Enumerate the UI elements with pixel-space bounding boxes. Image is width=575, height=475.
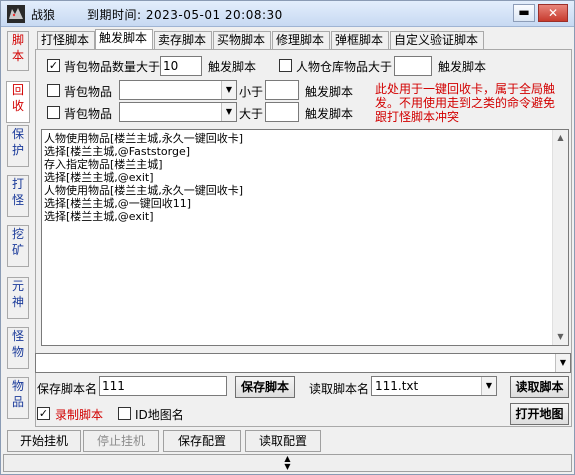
- bag-item-greater-action: 触发脚本: [305, 107, 354, 121]
- bag-item-greater-checkbox[interactable]: [47, 106, 60, 119]
- script-lines: 人物使用物品[楼兰主城,永久一键回收卡] 选择[楼兰主城,@Faststorge]…: [44, 132, 243, 223]
- bag-item-less-label: 背包物品: [64, 85, 113, 99]
- side-tab-char: 保: [11, 127, 24, 141]
- tab-trigger-script[interactable]: 触发脚本: [95, 29, 153, 50]
- command-select[interactable]: ▼: [35, 353, 571, 373]
- side-tab-char: 元: [11, 279, 24, 293]
- side-tab-item[interactable]: 物品: [7, 377, 29, 419]
- script-line: 存入指定物品[楼兰主城]: [44, 158, 163, 171]
- load-name-select[interactable]: 111.txt ▼: [371, 376, 497, 396]
- load-config-button[interactable]: 读取配置: [245, 430, 321, 452]
- warehouse-count-checkbox[interactable]: [279, 59, 292, 72]
- chevron-down-icon: ▼: [555, 354, 570, 372]
- scroll-up-icon[interactable]: ▲: [553, 130, 568, 146]
- record-script-label: 录制脚本: [55, 408, 104, 422]
- side-tab-char: 收: [11, 99, 24, 113]
- tab-repair-script[interactable]: 修理脚本: [272, 31, 330, 49]
- scroll-down-icon: ▼: [284, 462, 291, 471]
- main-window: 战狼 到期时间: 2023-05-01 20:08:30 ▬ ✕ 脚本 回收 保…: [0, 0, 575, 475]
- side-tab-recycle[interactable]: 回收: [6, 81, 30, 123]
- bag-item-less-select[interactable]: ▼: [119, 80, 237, 100]
- script-line: 选择[楼兰主城,@Faststorge]: [44, 145, 191, 158]
- side-tab-protect[interactable]: 保护: [7, 125, 29, 167]
- side-tab-mining[interactable]: 挖矿: [7, 225, 29, 267]
- window-title: 战狼: [31, 8, 56, 22]
- close-button[interactable]: ✕: [538, 4, 568, 22]
- side-tab-char: 物: [11, 379, 24, 393]
- load-name-value: 111.txt: [375, 379, 419, 393]
- side-tab-char: 本: [11, 49, 24, 63]
- trigger-note: 此处用于一键回收卡，属于全局触发。不用使用走到之类的命令避免跟打怪脚本冲突: [375, 82, 556, 124]
- bag-item-less-checkbox[interactable]: [47, 84, 60, 97]
- expire-time: 到期时间: 2023-05-01 20:08:30: [87, 8, 283, 22]
- id-map-checkbox[interactable]: [118, 407, 131, 420]
- tab-sell-store-script[interactable]: 卖存脚本: [154, 31, 212, 49]
- bag-count-label: 背包物品数量大于: [64, 60, 161, 74]
- tab-buy-script[interactable]: 买物脚本: [213, 31, 271, 49]
- load-script-button[interactable]: 读取脚本: [510, 376, 569, 398]
- minimize-button[interactable]: ▬: [513, 4, 535, 22]
- save-config-button[interactable]: 保存配置: [163, 430, 241, 452]
- id-map-label: ID地图名: [135, 408, 184, 422]
- start-hook-button[interactable]: 开始挂机: [7, 430, 81, 452]
- bag-count-input[interactable]: 10: [160, 56, 202, 76]
- scroll-down-icon[interactable]: ▼: [553, 329, 568, 345]
- tab-popup-script[interactable]: 弹框脚本: [331, 31, 389, 49]
- wolf-logo-icon: [7, 5, 25, 23]
- title-bar[interactable]: 战狼 到期时间: 2023-05-01 20:08:30 ▬ ✕: [1, 1, 574, 27]
- bag-item-greater-select[interactable]: ▼: [119, 102, 237, 122]
- side-tab-char: 神: [11, 295, 24, 309]
- bag-item-greater-input[interactable]: [265, 102, 299, 122]
- side-tab-script[interactable]: 脚本: [7, 31, 29, 71]
- stop-hook-button[interactable]: 停止挂机: [83, 430, 159, 452]
- script-line: 选择[楼兰主城,@一键回收11]: [44, 197, 192, 210]
- side-tab-char: 品: [11, 395, 24, 409]
- side-tab-char: 打: [11, 177, 24, 191]
- side-tab-char: 矿: [11, 243, 24, 257]
- bag-item-less-input[interactable]: [265, 80, 299, 100]
- side-tab-monster[interactable]: 怪物: [7, 327, 29, 369]
- script-line: 选择[楼兰主城,@exit]: [44, 210, 154, 223]
- warehouse-count-input[interactable]: [394, 56, 432, 76]
- save-script-button[interactable]: 保存脚本: [235, 376, 295, 398]
- status-bar: ▲ ▼: [3, 454, 572, 472]
- bag-item-less-action: 触发脚本: [305, 85, 354, 99]
- side-tab-char: 脚: [11, 33, 24, 47]
- bag-item-greater-label: 背包物品: [64, 107, 113, 121]
- script-line: 选择[楼兰主城,@exit]: [44, 171, 154, 184]
- side-tab-char: 护: [11, 143, 24, 157]
- bag-count-checkbox[interactable]: ✓: [47, 59, 60, 72]
- tab-custom-verify-script[interactable]: 自定义验证脚本: [390, 31, 484, 49]
- chevron-down-icon: ▼: [481, 377, 496, 395]
- warehouse-count-label: 人物仓库物品大于: [296, 60, 393, 74]
- warehouse-count-action: 触发脚本: [438, 60, 487, 74]
- load-name-label: 读取脚本名: [309, 382, 370, 396]
- script-editor[interactable]: 人物使用物品[楼兰主城,永久一键回收卡] 选择[楼兰主城,@Faststorge]…: [41, 129, 569, 346]
- script-scrollbar[interactable]: ▲ ▼: [552, 130, 568, 345]
- save-name-input[interactable]: 111: [99, 376, 227, 396]
- chevron-down-icon: ▼: [221, 103, 236, 121]
- side-tab-char: 回: [11, 83, 24, 97]
- tab-attack-script[interactable]: 打怪脚本: [37, 31, 95, 49]
- chevron-down-icon: ▼: [221, 81, 236, 99]
- side-tab-char: 怪: [11, 329, 24, 343]
- save-name-label: 保存脚本名: [37, 382, 98, 396]
- side-tab-char: 挖: [11, 227, 24, 241]
- side-tab-char: 怪: [11, 193, 24, 207]
- open-map-button[interactable]: 打开地图: [510, 403, 569, 425]
- record-script-checkbox[interactable]: ✓: [37, 407, 50, 420]
- script-line: 人物使用物品[楼兰主城,永久一键回收卡]: [44, 132, 244, 145]
- side-tab-char: 物: [11, 345, 24, 359]
- script-line: 人物使用物品[楼兰主城,永久一键回收卡]: [44, 184, 244, 197]
- side-tab-spirit[interactable]: 元神: [7, 277, 29, 319]
- less-than-label: 小于: [239, 85, 264, 99]
- greater-than-label: 大于: [239, 107, 264, 121]
- side-tab-attack[interactable]: 打怪: [7, 175, 29, 217]
- bag-count-action: 触发脚本: [208, 60, 257, 74]
